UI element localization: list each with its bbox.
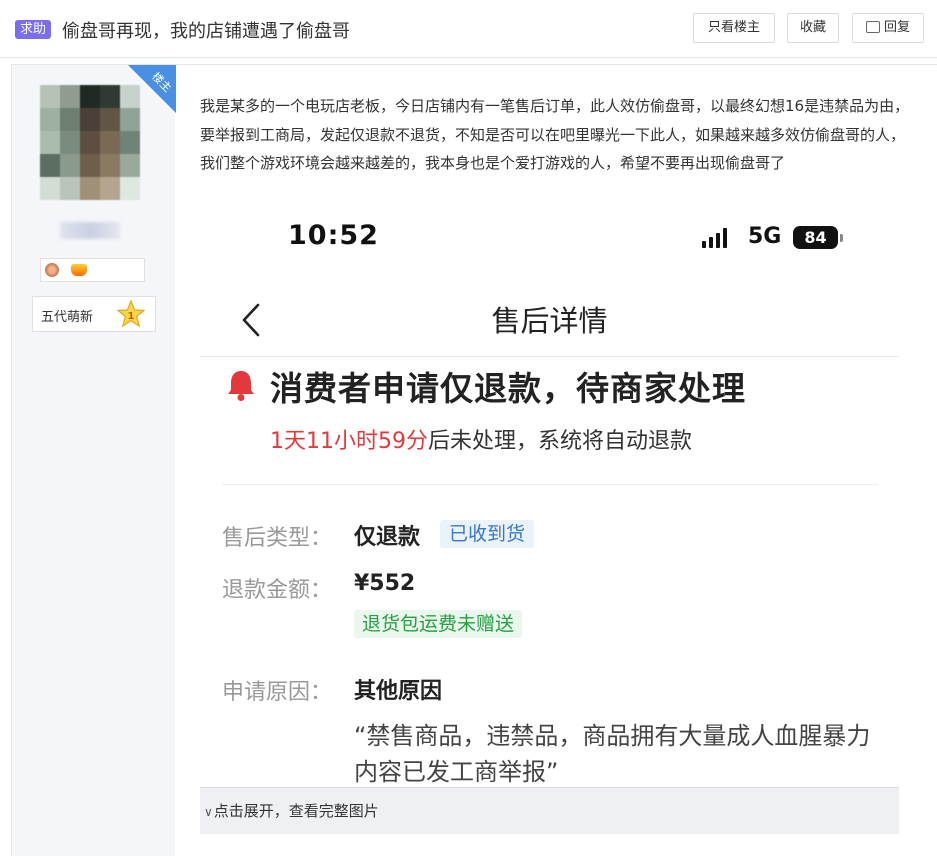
bell-icon <box>228 371 254 401</box>
divider <box>222 484 878 485</box>
only-op-button[interactable]: 只看楼主 <box>693 13 775 43</box>
user-badges <box>40 258 145 282</box>
level-box[interactable]: 五代萌新 1 <box>32 296 156 332</box>
battery-cap <box>840 234 843 242</box>
op-ribbon: 楼主 <box>128 65 176 113</box>
avatar[interactable] <box>40 85 140 200</box>
post-image[interactable]: 10:52 5G 84 售后详情 消费者申请仅退款，待商家处理 1天11小时59… <box>200 212 899 788</box>
network-type: 5G <box>748 224 782 249</box>
received-chip: 已收到货 <box>440 520 535 548</box>
username-blurred[interactable] <box>60 222 120 239</box>
expand-image-bar[interactable]: ∨点击展开，查看完整图片 <box>200 787 899 834</box>
chevron-down-icon: ∨ <box>204 805 213 819</box>
phone-time: 10:52 <box>288 220 379 251</box>
type-value: 仅退款 <box>354 525 421 550</box>
divider <box>200 356 899 357</box>
op-ribbon-label: 楼主 <box>149 69 175 95</box>
thread-header: 求助 偷盘哥再现，我的店铺遭遇了偷盘哥 只看楼主 收藏 回复 <box>0 0 937 58</box>
countdown-text: 1天11小时59分后未处理，系统将自动退款 <box>270 423 692 455</box>
type-label: 售后类型： <box>222 526 333 551</box>
status-title: 消费者申请仅退款，待商家处理 <box>270 369 746 408</box>
level-title: 五代萌新 <box>41 310 94 325</box>
favorite-button[interactable]: 收藏 <box>787 13 839 43</box>
signal-icon <box>702 228 728 248</box>
shipping-chip: 退货包运费未赠送 <box>354 610 523 638</box>
reason-value: 其他原因 <box>354 679 443 704</box>
nav-title: 售后详情 <box>491 304 608 338</box>
member-badge-icon[interactable] <box>71 264 87 276</box>
help-tag: 求助 <box>15 20 52 39</box>
reply-button-label: 回复 <box>883 20 910 35</box>
comment-icon <box>865 21 880 33</box>
countdown-time: 1天11小时59分 <box>270 429 428 454</box>
post-content: 我是某多的一个电玩店老板，今日店铺内有一笔售后订单，此人效仿偷盘哥，以最终幻想1… <box>200 97 910 172</box>
badge-icon[interactable] <box>45 263 59 277</box>
reason-detail: “禁售商品，违禁品，商品拥有大量成人血腥暴力内容已发工商举报” <box>354 722 871 786</box>
amount-value: ¥552 <box>354 571 416 596</box>
thread-title: 偷盘哥再现，我的店铺遭遇了偷盘哥 <box>62 21 350 42</box>
reply-button[interactable]: 回复 <box>852 13 924 43</box>
countdown-suffix: 后未处理，系统将自动退款 <box>428 429 693 454</box>
level-star-icon: 1 <box>117 300 145 328</box>
expand-label: 点击展开，查看完整图片 <box>213 802 379 820</box>
amount-label: 退款金额： <box>222 578 333 603</box>
battery-icon: 84 <box>793 226 838 249</box>
reason-label: 申请原因： <box>222 680 333 705</box>
level-number: 1 <box>128 311 135 322</box>
